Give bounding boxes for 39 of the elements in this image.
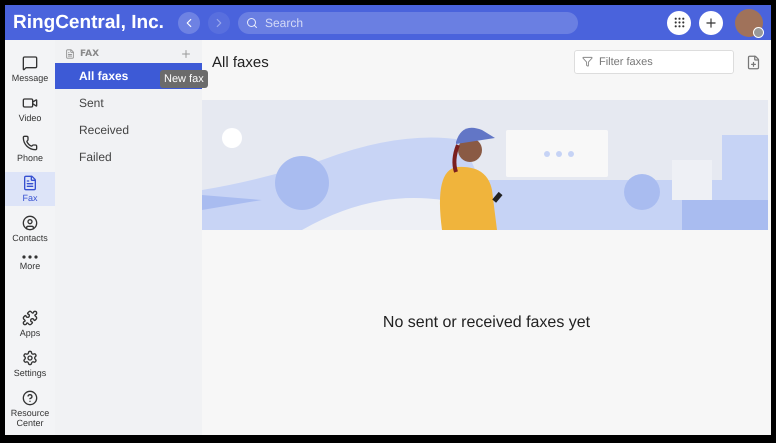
nav-item[interactable]: Fax (5, 172, 55, 206)
back-button[interactable] (178, 12, 200, 34)
contacts-icon (22, 215, 38, 231)
document-icon (22, 175, 38, 191)
nav-item[interactable]: More (5, 252, 55, 274)
tooltip: New fax (160, 70, 208, 88)
avatar[interactable] (735, 8, 763, 36)
phone-icon (22, 135, 38, 151)
puzzle-icon (22, 310, 38, 326)
fax-filter-item[interactable]: Received (55, 117, 202, 143)
nav-item[interactable]: Phone (5, 132, 55, 166)
nav-item[interactable]: Apps (5, 307, 55, 341)
new-document-button[interactable] (746, 54, 761, 70)
plus-icon (704, 16, 718, 30)
nav-item[interactable]: Message (5, 52, 55, 86)
nav-item[interactable]: Resource Center (5, 387, 55, 431)
new-fax-button[interactable] (180, 48, 192, 60)
more-icon (22, 255, 38, 259)
company-name: RingCentral, Inc. (13, 12, 164, 34)
fax-filter-item[interactable]: Sent (55, 90, 202, 116)
message-icon (22, 55, 38, 71)
section-heading: FAX (80, 49, 100, 59)
plus-icon (180, 48, 192, 60)
page-title: All faxes (212, 54, 269, 70)
fax-icon (65, 49, 75, 59)
search-icon (246, 16, 258, 28)
filter-field[interactable]: Filter faxes (574, 50, 734, 74)
dialpad-button[interactable] (667, 10, 691, 34)
nav-item[interactable]: Settings (5, 347, 55, 381)
document-plus-icon (746, 54, 761, 70)
dialpad-icon (672, 16, 686, 29)
help-icon (22, 390, 38, 406)
empty-state-message: No sent or received faxes yet (382, 312, 592, 332)
add-button[interactable] (699, 10, 723, 34)
nav-item[interactable]: Contacts (5, 212, 55, 246)
fax-filter-item[interactable]: Failed (55, 144, 202, 170)
settings-icon (22, 350, 38, 366)
nav-item[interactable]: Video (5, 92, 55, 126)
presence-dot (753, 26, 764, 38)
